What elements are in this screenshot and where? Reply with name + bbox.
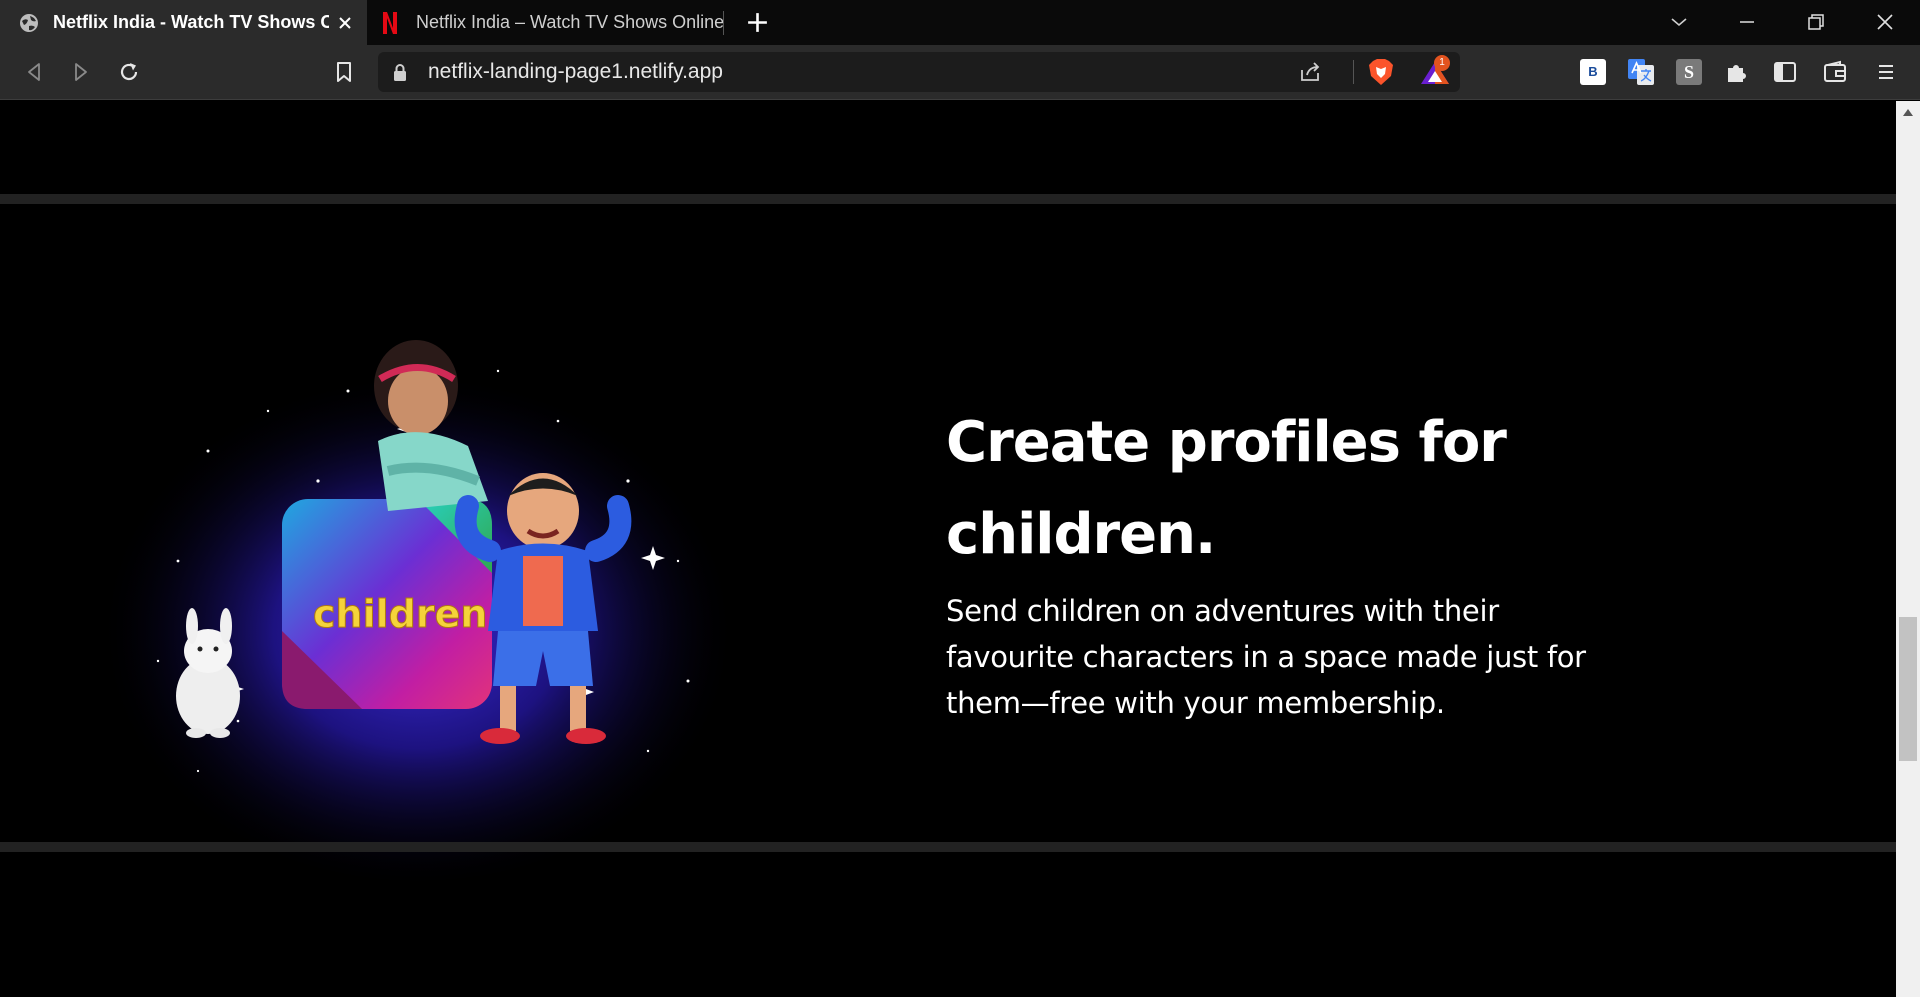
feature-description-line: favourite characters in a space made jus… <box>946 640 1586 674</box>
extension-b-icon[interactable]: B <box>1580 59 1606 85</box>
url-text[interactable]: netflix-landing-page1.netlify.app <box>428 52 723 92</box>
bookmark-icon[interactable] <box>330 58 358 86</box>
feature-description: Send children on adventures with their f… <box>946 588 1666 726</box>
feature-heading-line: Create profiles for <box>946 410 1507 475</box>
menu-icon[interactable] <box>1873 59 1899 85</box>
section-divider-bottom <box>0 842 1896 852</box>
image-label: children <box>313 592 487 636</box>
forward-icon[interactable] <box>67 58 95 86</box>
new-tab-icon[interactable] <box>745 10 770 35</box>
scroll-up-arrow-icon[interactable] <box>1902 107 1914 117</box>
tab-strip: Netflix India - Watch TV Shows Online Ne… <box>0 0 1920 45</box>
google-translate-icon[interactable] <box>1628 59 1654 85</box>
extension-s-icon[interactable]: S <box>1676 59 1702 85</box>
minimize-icon[interactable] <box>1735 10 1759 34</box>
back-icon[interactable] <box>20 58 48 86</box>
close-window-icon[interactable] <box>1873 10 1897 34</box>
feature-heading: Create profiles for children. <box>946 397 1646 581</box>
feature-heading-line: children. <box>946 502 1216 567</box>
rewards-badge: 1 <box>1434 55 1450 71</box>
tab-netflix-active[interactable]: Netflix India - Watch TV Shows Online <box>0 0 367 45</box>
brave-shields-icon[interactable] <box>1368 58 1394 86</box>
netflix-logo-icon <box>383 11 397 34</box>
lock-icon[interactable] <box>392 63 408 81</box>
tab-title: Netflix India - Watch TV Shows Online <box>53 12 329 32</box>
restore-icon[interactable] <box>1804 10 1828 34</box>
browser-toolbar: netflix-landing-page1.netlify.app 1 B S <box>0 45 1920 100</box>
wallet-icon[interactable] <box>1822 59 1848 85</box>
globe-icon <box>20 13 38 32</box>
feature-description-line: them—free with your membership. <box>946 686 1445 720</box>
page-scrollbar[interactable] <box>1896 101 1920 997</box>
share-icon[interactable] <box>1298 60 1322 84</box>
sidebar-icon[interactable] <box>1772 59 1798 85</box>
children-profiles-illustration: children <box>98 340 738 881</box>
extensions-puzzle-icon[interactable] <box>1724 59 1750 85</box>
tab-separator <box>723 11 724 35</box>
tab-netflix-inactive[interactable]: Netflix India – Watch TV Shows Online <box>374 0 724 45</box>
scrollbar-thumb[interactable] <box>1899 617 1917 761</box>
address-bar[interactable]: netflix-landing-page1.netlify.app 1 <box>378 52 1460 92</box>
section-divider-top <box>0 194 1896 204</box>
page-viewport: children Create profiles for children. S… <box>0 101 1896 997</box>
tab-title: Netflix India – Watch TV Shows Online <box>416 12 724 32</box>
feature-description-line: Send children on adventures with their <box>946 594 1499 628</box>
close-tab-icon[interactable] <box>335 13 355 33</box>
reload-icon[interactable] <box>115 58 143 86</box>
tab-search-chevron-icon[interactable] <box>1667 10 1691 34</box>
address-bar-separator <box>1353 60 1354 84</box>
